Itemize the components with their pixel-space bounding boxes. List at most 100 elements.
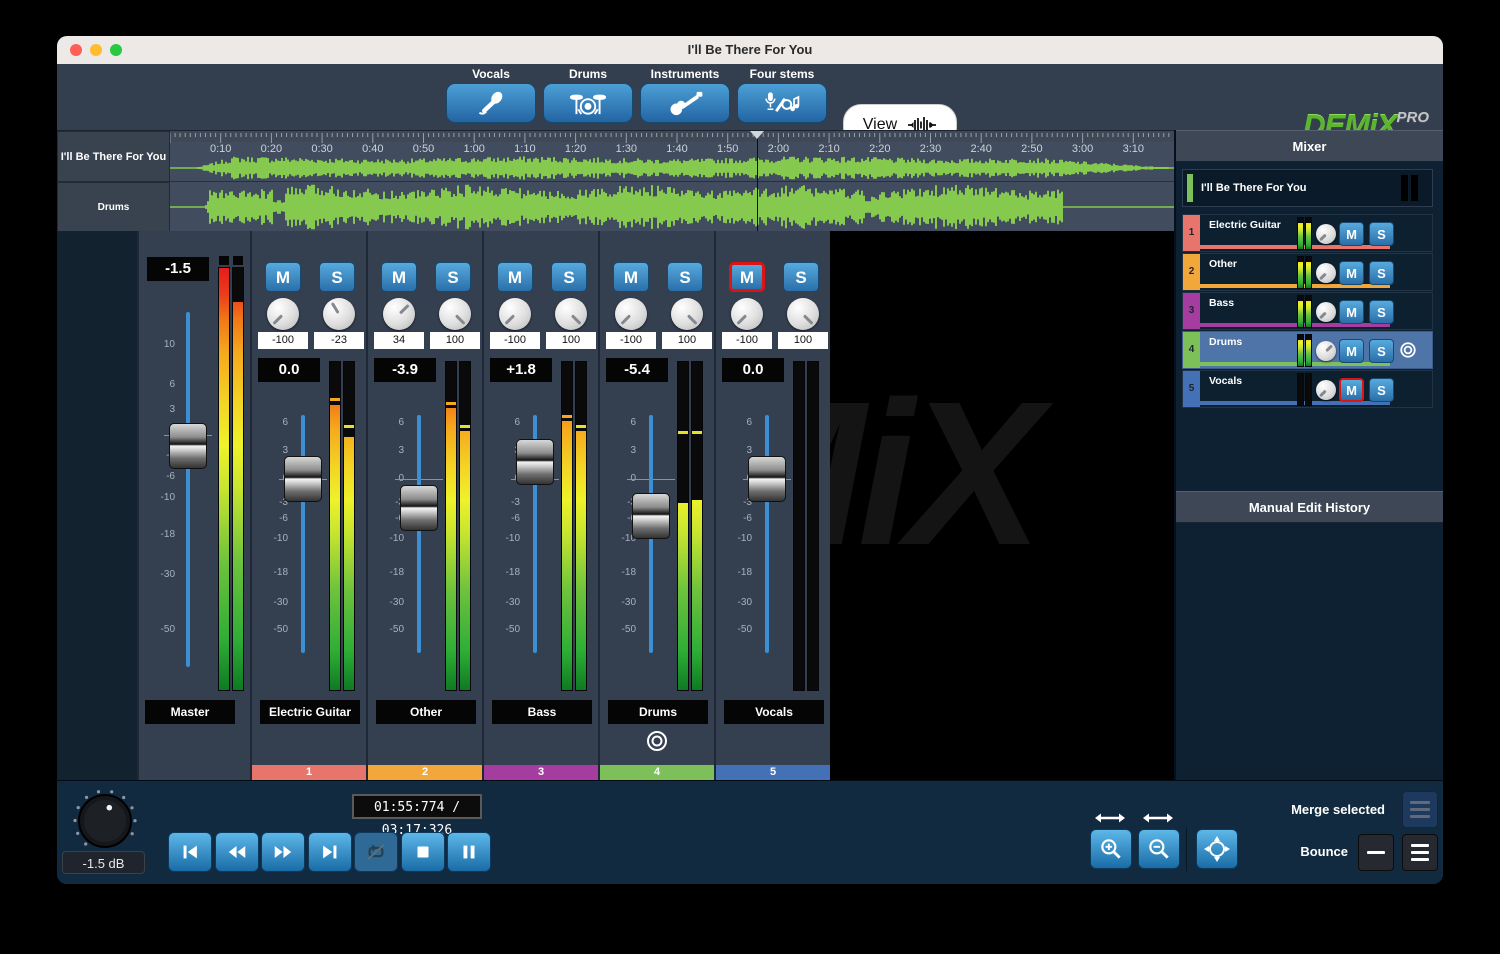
- solo-button-drums[interactable]: S: [667, 262, 703, 292]
- peak-hold-mark: [562, 415, 572, 418]
- instruments-button[interactable]: [640, 83, 730, 123]
- gain-display-drums[interactable]: -5.4: [606, 358, 668, 382]
- row-solo-button-drums[interactable]: S: [1369, 339, 1394, 363]
- fader-drums[interactable]: [632, 493, 670, 539]
- knob-value-box[interactable]: -100: [722, 332, 772, 349]
- mixer-row-vocals[interactable]: 5VocalsMS: [1182, 370, 1433, 408]
- solo-button-electric-guitar[interactable]: S: [319, 262, 355, 292]
- knob-value-box[interactable]: 100: [662, 332, 712, 349]
- knob-value-box[interactable]: 100: [778, 332, 828, 349]
- pan-knob-bass[interactable]: [499, 298, 531, 330]
- fast-forward-button[interactable]: [261, 832, 305, 872]
- row-knob-electric-guitar[interactable]: [1316, 224, 1336, 244]
- row-solo-button-electric-guitar[interactable]: S: [1369, 222, 1394, 246]
- bounce-multi-button[interactable]: [1402, 834, 1438, 871]
- knob-value-box[interactable]: 100: [430, 332, 480, 349]
- knob-value-box[interactable]: -100: [258, 332, 308, 349]
- knob-value-box[interactable]: 34: [374, 332, 424, 349]
- waveform-drums[interactable]: [170, 183, 1174, 231]
- master-fader-track[interactable]: [186, 312, 190, 667]
- pan-knob-vocals[interactable]: [731, 298, 763, 330]
- spot-instrument-icon[interactable]: [645, 729, 669, 753]
- pan-knob-other[interactable]: [383, 298, 415, 330]
- width-knob-drums[interactable]: [671, 298, 703, 330]
- skip-to-start-button[interactable]: [168, 832, 212, 872]
- knob-value-box[interactable]: -100: [490, 332, 540, 349]
- ruler-label: 2:30: [920, 142, 941, 156]
- mixer-row-electric-guitar[interactable]: 1Electric GuitarMS: [1182, 214, 1433, 252]
- pan-knob-drums[interactable]: [615, 298, 647, 330]
- mixer-song-row[interactable]: I'll Be There For You: [1182, 169, 1433, 207]
- pan-knob-electric-guitar[interactable]: [267, 298, 299, 330]
- master-level-display[interactable]: -1.5: [147, 257, 209, 281]
- mute-button-drums[interactable]: M: [613, 262, 649, 292]
- gain-display-vocals[interactable]: 0.0: [722, 358, 784, 382]
- width-knob-bass[interactable]: [555, 298, 587, 330]
- mute-button-electric-guitar[interactable]: M: [265, 262, 301, 292]
- solo-button-vocals[interactable]: S: [783, 262, 819, 292]
- knob-value-box[interactable]: -23: [314, 332, 364, 349]
- playhead-marker[interactable]: [750, 131, 764, 139]
- time-ruler[interactable]: [170, 131, 1174, 142]
- fader-other[interactable]: [400, 485, 438, 531]
- fader-track-electric-guitar[interactable]: [301, 415, 305, 653]
- clip-indicator[interactable]: [219, 256, 229, 265]
- stop-button[interactable]: [401, 832, 445, 872]
- fader-vocals[interactable]: [748, 456, 786, 502]
- fader-scale-mark: -50: [145, 624, 175, 636]
- gain-display-other[interactable]: -3.9: [374, 358, 436, 382]
- master-fader[interactable]: [169, 423, 207, 469]
- fader-track-vocals[interactable]: [765, 415, 769, 653]
- zoom-in-button[interactable]: [1090, 829, 1132, 869]
- gain-display-bass[interactable]: +1.8: [490, 358, 552, 382]
- mute-button-other[interactable]: M: [381, 262, 417, 292]
- mixer-row-bass[interactable]: 3BassMS: [1182, 292, 1433, 330]
- row-mute-button-bass[interactable]: M: [1339, 300, 1364, 324]
- skip-to-end-button[interactable]: [308, 832, 352, 872]
- vocals-button[interactable]: [446, 83, 536, 123]
- mute-button-vocals[interactable]: M: [729, 262, 765, 292]
- rewind-button[interactable]: [215, 832, 259, 872]
- row-mute-button-vocals[interactable]: M: [1339, 378, 1364, 402]
- mute-button-bass[interactable]: M: [497, 262, 533, 292]
- fader-track-other[interactable]: [417, 415, 421, 653]
- zoom-out-button[interactable]: [1138, 829, 1180, 869]
- clip-indicator[interactable]: [233, 256, 243, 265]
- row-knob-other[interactable]: [1316, 263, 1336, 283]
- bounce-single-button[interactable]: [1358, 834, 1394, 871]
- drums-button[interactable]: [543, 83, 633, 123]
- fader-electric-guitar[interactable]: [284, 456, 322, 502]
- ruler-label: 1:10: [514, 142, 535, 156]
- fit-view-button[interactable]: [1196, 829, 1238, 869]
- width-knob-other[interactable]: [439, 298, 471, 330]
- row-knob-bass[interactable]: [1316, 302, 1336, 322]
- row-spot-icon[interactable]: [1399, 341, 1417, 359]
- level-meter: [562, 362, 572, 690]
- row-solo-button-bass[interactable]: S: [1369, 300, 1394, 324]
- pause-button[interactable]: [447, 832, 491, 872]
- row-mute-button-drums[interactable]: M: [1339, 339, 1364, 363]
- merge-selected-button[interactable]: [1402, 791, 1438, 828]
- gain-display-electric-guitar[interactable]: 0.0: [258, 358, 320, 382]
- row-mute-button-electric-guitar[interactable]: M: [1339, 222, 1364, 246]
- width-knob-electric-guitar[interactable]: [323, 298, 355, 330]
- fader-bass[interactable]: [516, 439, 554, 485]
- four-stems-button[interactable]: [737, 83, 827, 123]
- row-knob-vocals[interactable]: [1316, 380, 1336, 400]
- master-volume-knob[interactable]: [71, 787, 139, 860]
- row-solo-button-vocals[interactable]: S: [1369, 378, 1394, 402]
- waveform-full-mix[interactable]: [170, 155, 1174, 181]
- mixer-row-drums[interactable]: 4DrumsMS: [1182, 331, 1433, 369]
- timeline-tracks-area[interactable]: 0:100:200:300:400:501:001:101:201:301:40…: [170, 131, 1174, 232]
- solo-button-other[interactable]: S: [435, 262, 471, 292]
- mixer-row-other[interactable]: 2OtherMS: [1182, 253, 1433, 291]
- playhead-line[interactable]: [757, 131, 758, 232]
- loop-button[interactable]: [354, 832, 398, 872]
- row-solo-button-other[interactable]: S: [1369, 261, 1394, 285]
- row-knob-drums[interactable]: [1316, 341, 1336, 361]
- solo-button-bass[interactable]: S: [551, 262, 587, 292]
- knob-value-box[interactable]: 100: [546, 332, 596, 349]
- knob-value-box[interactable]: -100: [606, 332, 656, 349]
- row-mute-button-other[interactable]: M: [1339, 261, 1364, 285]
- width-knob-vocals[interactable]: [787, 298, 819, 330]
